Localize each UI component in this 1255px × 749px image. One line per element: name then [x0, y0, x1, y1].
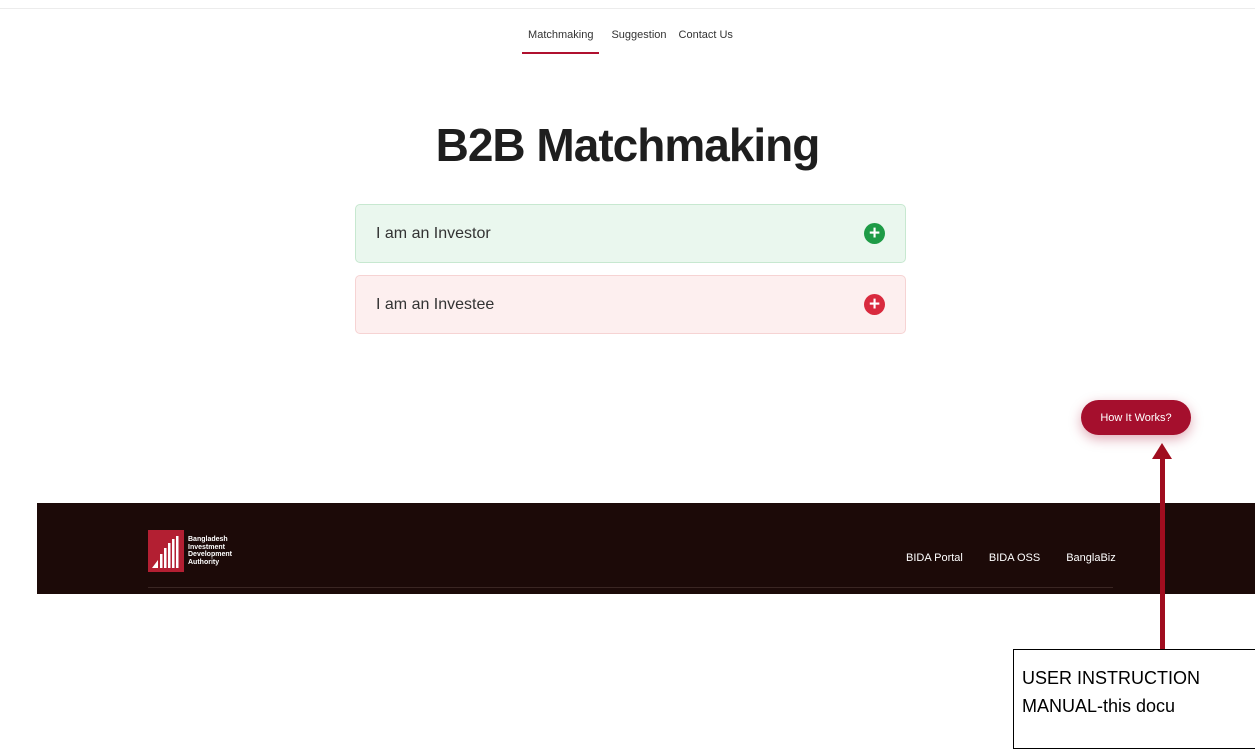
investee-option-label: I am an Investee — [376, 295, 495, 313]
nav-matchmaking[interactable]: Matchmaking — [522, 29, 600, 54]
footer-link-bida-oss[interactable]: BIDA OSS — [989, 552, 1040, 564]
footer-link-bida-portal[interactable]: BIDA Portal — [906, 552, 963, 564]
top-divider — [0, 8, 1255, 9]
footer-divider — [148, 587, 1113, 588]
instruction-callout: USER INSTRUCTION MANUAL-this docu — [1013, 649, 1255, 749]
investor-option-label: I am an Investor — [376, 224, 491, 242]
bida-logo[interactable]: Bangladesh Investment Development Author… — [148, 530, 232, 572]
nav-suggestion[interactable]: Suggestion — [611, 29, 666, 54]
plus-circle-icon[interactable]: + — [864, 223, 885, 244]
nav-contact-us[interactable]: Contact Us — [679, 29, 733, 54]
page-title: B2B Matchmaking — [435, 119, 821, 171]
main-nav: Matchmaking Suggestion Contact Us — [0, 29, 1255, 54]
how-it-works-button[interactable]: How It Works? — [1081, 400, 1191, 435]
annotation-arrow — [1160, 453, 1165, 649]
bida-logo-text: Bangladesh Investment Development Author… — [188, 536, 232, 566]
investor-option[interactable]: I am an Investor + — [355, 204, 906, 263]
plus-circle-icon[interactable]: + — [864, 294, 885, 315]
footer-links: BIDA Portal BIDA OSS BanglaBiz — [906, 552, 1116, 564]
investee-option[interactable]: I am an Investee + — [355, 275, 906, 334]
footer-link-banglabiz[interactable]: BanglaBiz — [1066, 552, 1116, 564]
footer: Bangladesh Investment Development Author… — [37, 503, 1255, 594]
bida-logo-mark — [148, 530, 184, 572]
